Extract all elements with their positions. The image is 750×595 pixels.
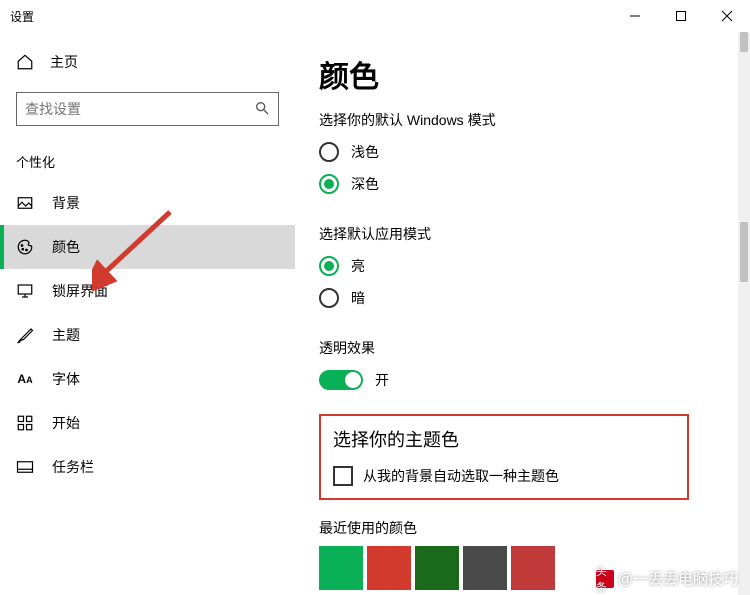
sidebar-item-label: 字体 bbox=[52, 369, 80, 389]
home-icon bbox=[16, 53, 34, 71]
grid-icon bbox=[16, 414, 34, 432]
radio-icon bbox=[319, 256, 339, 276]
vertical-scrollbar[interactable] bbox=[738, 32, 750, 595]
monitor-icon bbox=[16, 282, 34, 300]
sidebar-item-lockscreen[interactable]: 锁屏界面 bbox=[0, 269, 295, 313]
sidebar-item-label: 主题 bbox=[52, 325, 80, 345]
checkbox-icon bbox=[333, 466, 353, 486]
color-swatch[interactable] bbox=[319, 546, 363, 590]
color-swatch[interactable] bbox=[415, 546, 459, 590]
search-icon bbox=[254, 100, 270, 119]
search-input[interactable] bbox=[16, 92, 279, 126]
sidebar-item-start[interactable]: 开始 bbox=[0, 401, 295, 445]
color-swatch[interactable] bbox=[511, 546, 555, 590]
close-button[interactable] bbox=[704, 0, 750, 32]
radio-icon bbox=[319, 142, 339, 162]
radio-app-dark[interactable]: 暗 bbox=[319, 288, 726, 308]
image-icon bbox=[16, 194, 34, 212]
scroll-thumb[interactable] bbox=[740, 222, 748, 282]
content-pane: 颜色 选择你的默认 Windows 模式 浅色 深色 选择默认应用模式 亮 暗 … bbox=[295, 32, 750, 595]
accent-highlight-box: 选择你的主题色 从我的背景自动选取一种主题色 bbox=[319, 414, 689, 500]
sidebar: 主页 个性化 背景 颜色 锁屏界面 主题 AA 字体 bbox=[0, 32, 295, 595]
search-field[interactable] bbox=[25, 101, 254, 117]
minimize-button[interactable] bbox=[612, 0, 658, 32]
transparency-heading: 透明效果 bbox=[319, 338, 726, 358]
sidebar-item-label: 开始 bbox=[52, 413, 80, 433]
home-button[interactable]: 主页 bbox=[0, 42, 295, 82]
color-swatch[interactable] bbox=[463, 546, 507, 590]
section-heading: 个性化 bbox=[0, 146, 295, 181]
radio-label: 暗 bbox=[351, 288, 365, 308]
radio-label: 亮 bbox=[351, 256, 365, 276]
radio-app-light[interactable]: 亮 bbox=[319, 256, 726, 276]
page-title: 颜色 bbox=[319, 52, 726, 96]
maximize-button[interactable] bbox=[658, 0, 704, 32]
transparency-toggle[interactable]: 开 bbox=[319, 370, 726, 390]
scroll-thumb-top[interactable] bbox=[740, 32, 748, 52]
home-label: 主页 bbox=[50, 52, 78, 72]
radio-icon bbox=[319, 174, 339, 194]
radio-label: 深色 bbox=[351, 174, 379, 194]
accent-heading: 选择你的主题色 bbox=[333, 426, 675, 452]
windows-mode-heading: 选择你的默认 Windows 模式 bbox=[319, 110, 726, 130]
sidebar-item-taskbar[interactable]: 任务栏 bbox=[0, 445, 295, 489]
sidebar-item-fonts[interactable]: AA 字体 bbox=[0, 357, 295, 401]
sidebar-item-label: 颜色 bbox=[52, 237, 80, 257]
sidebar-item-label: 任务栏 bbox=[52, 457, 94, 477]
checkbox-label: 从我的背景自动选取一种主题色 bbox=[363, 466, 559, 486]
watermark-text: @一丢丢电脑技巧 bbox=[618, 568, 738, 589]
taskbar-icon bbox=[16, 458, 34, 476]
sidebar-item-label: 背景 bbox=[52, 193, 80, 213]
sidebar-item-background[interactable]: 背景 bbox=[0, 181, 295, 225]
palette-icon bbox=[16, 238, 34, 256]
sidebar-item-themes[interactable]: 主题 bbox=[0, 313, 295, 357]
brush-icon bbox=[16, 326, 34, 344]
toggle-switch bbox=[319, 370, 363, 390]
color-swatch[interactable] bbox=[367, 546, 411, 590]
radio-icon bbox=[319, 288, 339, 308]
watermark-logo: 头条 bbox=[596, 570, 614, 588]
toggle-state-label: 开 bbox=[375, 370, 389, 390]
radio-windows-light[interactable]: 浅色 bbox=[319, 142, 726, 162]
sidebar-item-colors[interactable]: 颜色 bbox=[0, 225, 295, 269]
recent-colors-heading: 最近使用的颜色 bbox=[319, 518, 726, 538]
radio-label: 浅色 bbox=[351, 142, 379, 162]
app-mode-heading: 选择默认应用模式 bbox=[319, 224, 726, 244]
font-icon: AA bbox=[16, 370, 34, 388]
radio-windows-dark[interactable]: 深色 bbox=[319, 174, 726, 194]
window-title: 设置 bbox=[10, 8, 612, 25]
auto-accent-checkbox[interactable]: 从我的背景自动选取一种主题色 bbox=[333, 466, 675, 486]
watermark: 头条 @一丢丢电脑技巧 bbox=[596, 568, 738, 589]
sidebar-item-label: 锁屏界面 bbox=[52, 281, 108, 301]
titlebar: 设置 bbox=[0, 0, 750, 32]
